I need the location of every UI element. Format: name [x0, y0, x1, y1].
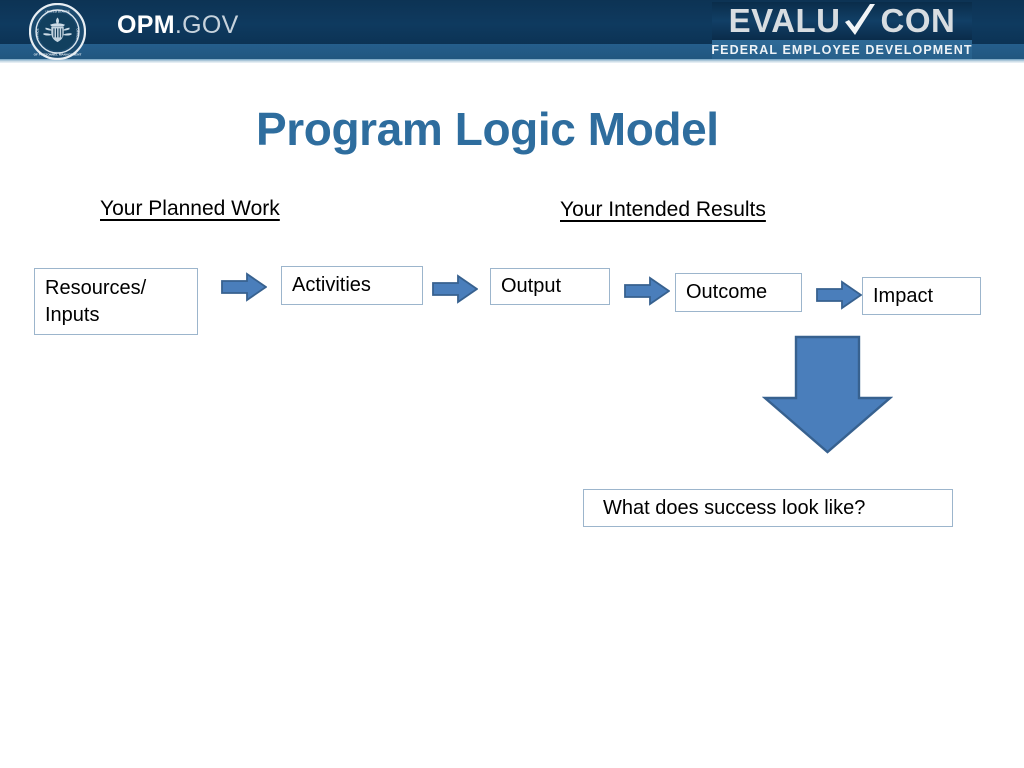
arrow-right-icon: [432, 274, 479, 304]
site-header: UNITED STATES OF PERSONNEL MANAGEMENT OF…: [0, 0, 1024, 63]
evalucon-part-one: EVALU: [728, 2, 841, 39]
opm-wordmark-light: .GOV: [174, 11, 239, 39]
evalucon-part-two: CON: [880, 2, 956, 39]
flow-box-output-label: Output: [501, 275, 562, 297]
opm-wordmark-bold: OPM: [117, 11, 175, 39]
flow-box-impact-label: Impact: [873, 284, 934, 307]
flow-box-resources-line1: Resources/: [45, 276, 147, 299]
flow-box-impact: Impact: [862, 277, 981, 315]
flow-box-output: Output: [490, 268, 610, 305]
evalucon-tagline-bar: FEDERAL EMPLOYEE DEVELOPMENT: [711, 40, 973, 59]
evalucon-logo: EVALU CON FEDERAL EMPLOYEE DEVELOPMENT: [711, 2, 973, 60]
flow-box-outcome-label: Outcome: [686, 281, 768, 303]
opm-gov-wordmark: OPM.GOV: [117, 13, 239, 38]
flow-box-activities: Activities: [281, 266, 423, 305]
checkmark-icon: [841, 2, 881, 40]
flow-box-success-label: What does success look like?: [603, 496, 866, 519]
flow-box-activities-label: Activities: [292, 274, 371, 296]
heading-planned-work: Your Planned Work: [100, 197, 280, 220]
svg-text:OFFICE: OFFICE: [36, 28, 40, 39]
arrow-right-icon: [816, 280, 863, 310]
opm-seal-icon: UNITED STATES OF PERSONNEL MANAGEMENT OF…: [28, 2, 87, 61]
flow-box-outcome: Outcome: [675, 273, 802, 312]
flow-box-resources-line2: Inputs: [45, 303, 100, 326]
heading-intended-results: Your Intended Results: [560, 198, 766, 221]
svg-text:OF PERSONNEL MANAGEMENT: OF PERSONNEL MANAGEMENT: [34, 53, 82, 57]
flow-box-success-question: What does success look like?: [583, 489, 953, 527]
arrow-down-icon: [761, 335, 894, 454]
svg-text:UNITED STATES: UNITED STATES: [45, 10, 69, 14]
page-title: Program Logic Model: [256, 103, 719, 155]
flow-box-resources-inputs: Resources/ Inputs: [34, 268, 198, 335]
svg-text:OFFICE: OFFICE: [76, 28, 80, 39]
evalucon-brand-text: EVALU CON: [712, 2, 972, 40]
evalucon-tagline: FEDERAL EMPLOYEE DEVELOPMENT: [711, 42, 973, 57]
arrow-right-icon: [624, 276, 671, 306]
arrow-right-icon: [221, 272, 268, 302]
